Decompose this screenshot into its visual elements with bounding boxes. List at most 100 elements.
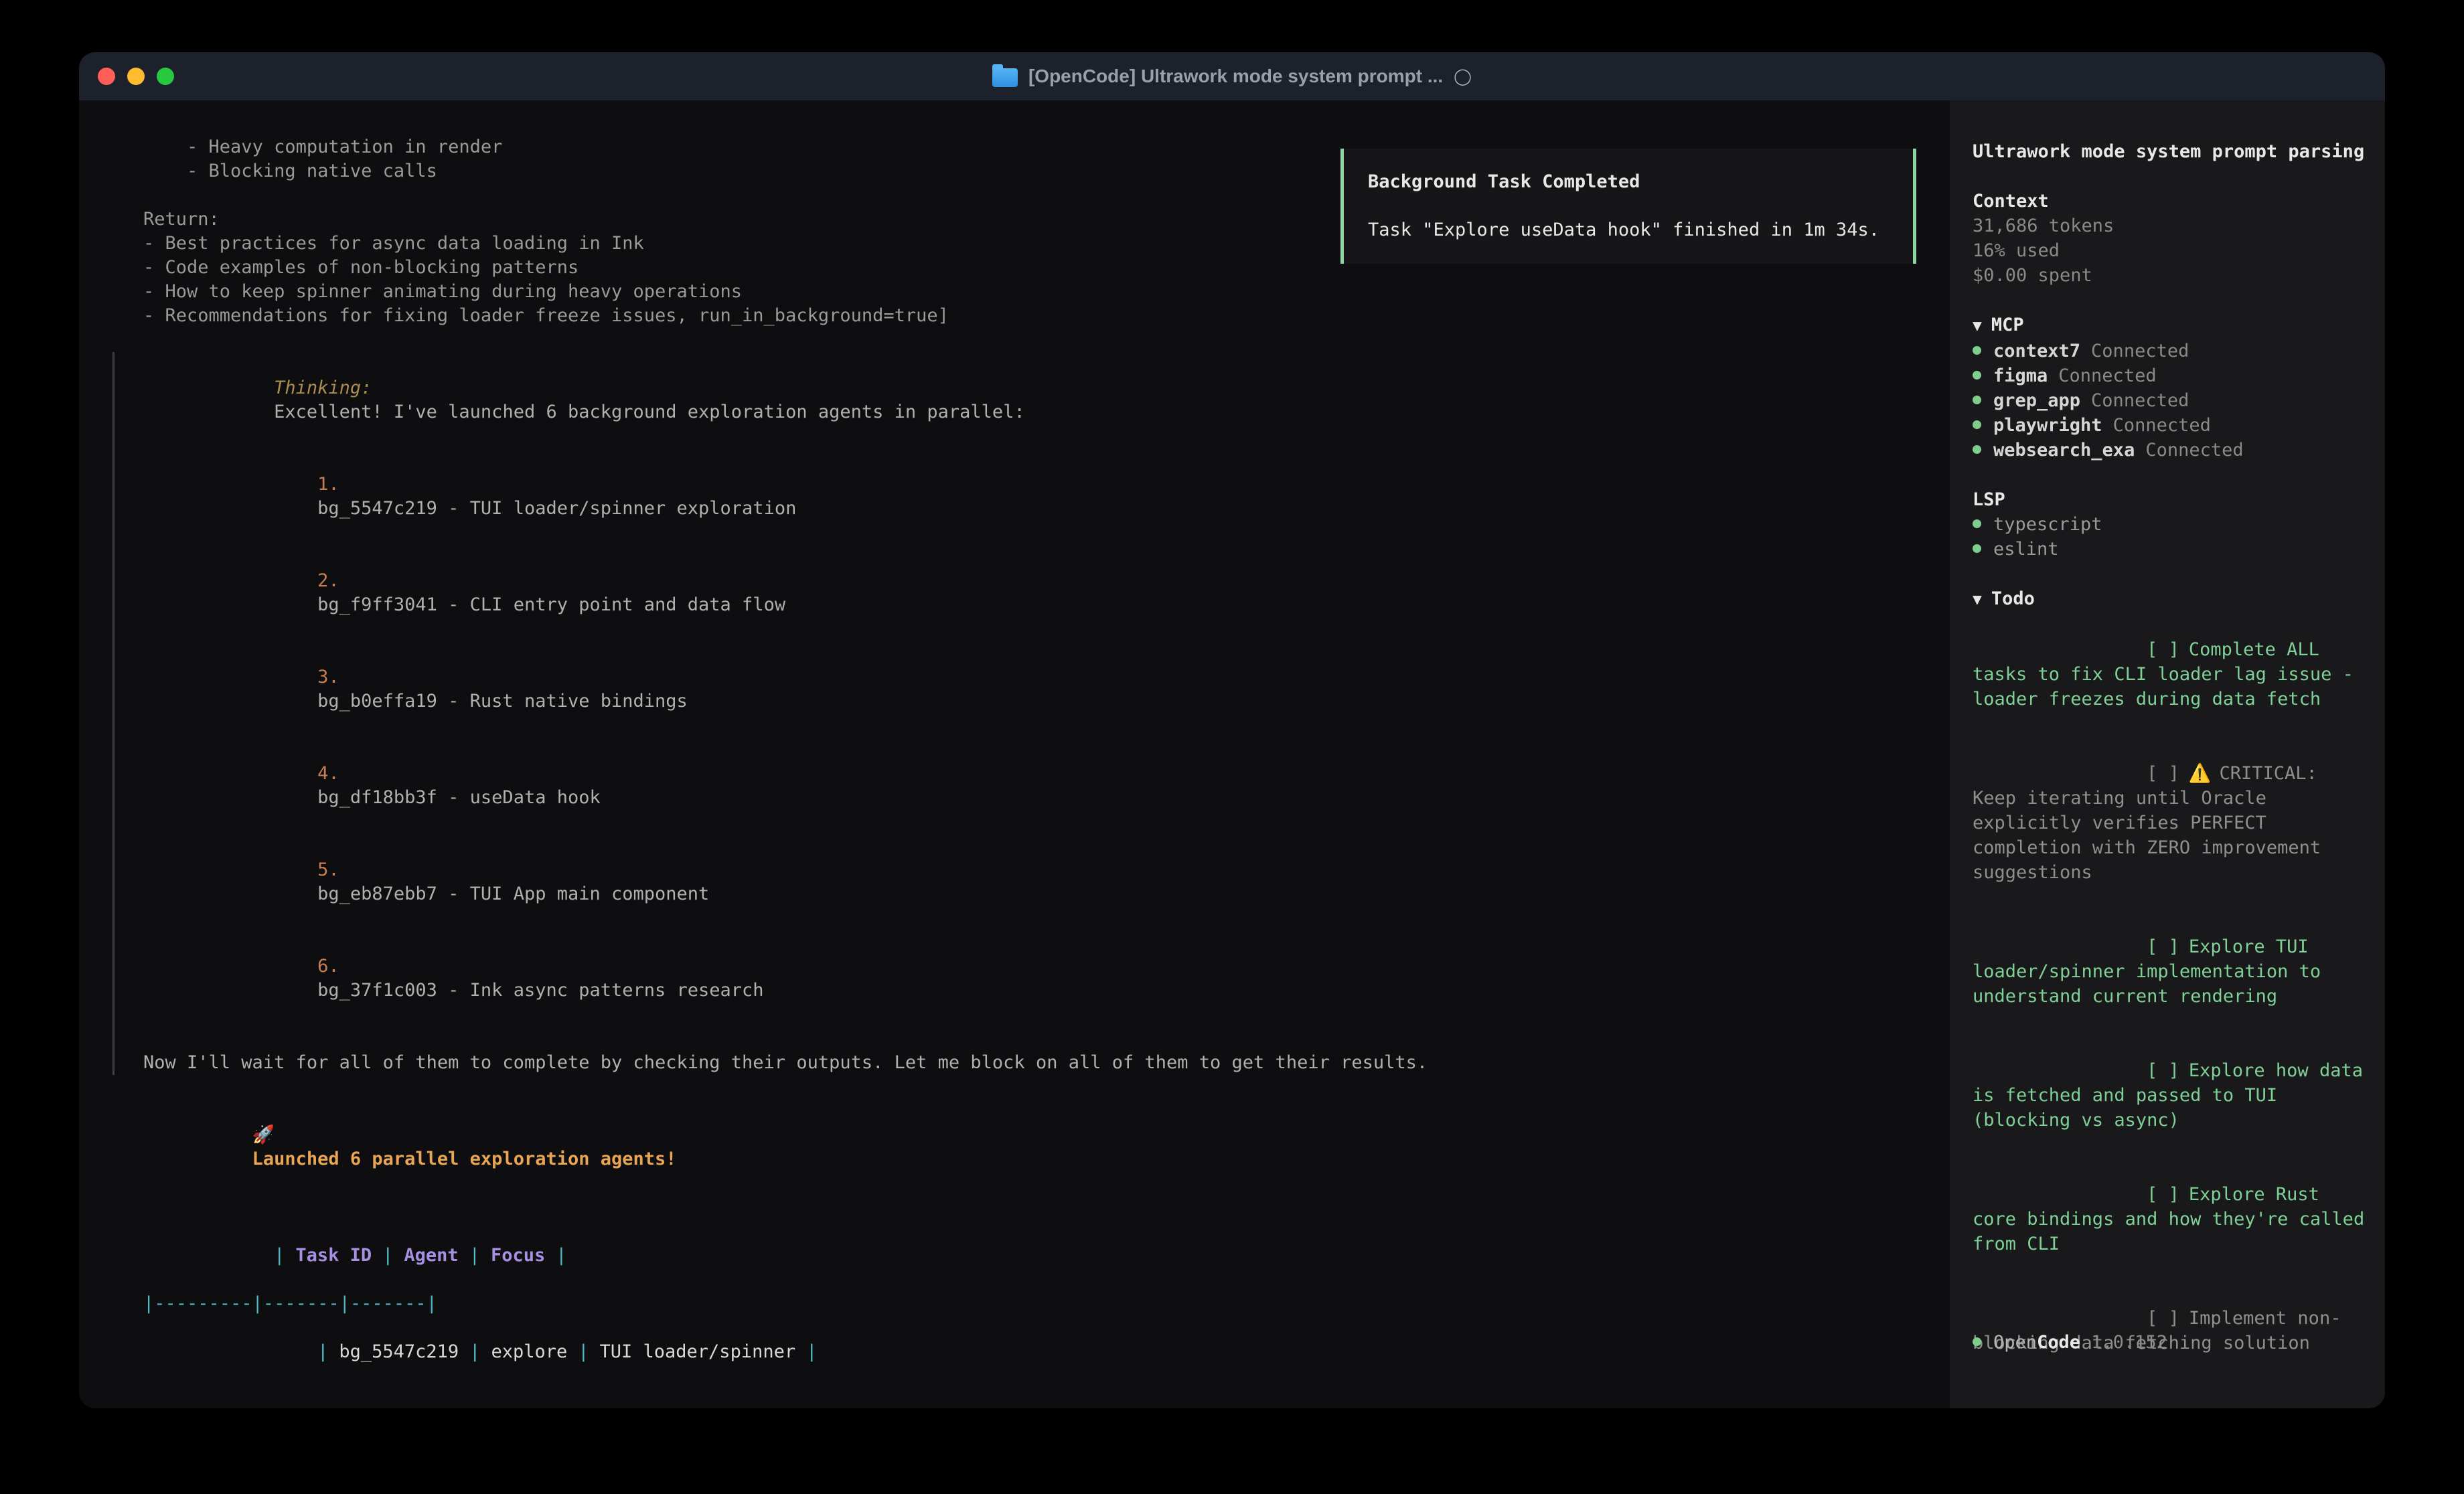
lsp-heading: LSP — [1973, 487, 2366, 512]
window-title: [OpenCode] Ultrawork mode system prompt … — [1028, 66, 1443, 87]
todo-checkbox: [ ] — [2147, 1060, 2179, 1081]
thinking-intro: Excellent! I've launched 6 background ex… — [274, 402, 1025, 422]
table-pipe: | — [469, 1341, 480, 1362]
list-text: bg_37f1c003 - Ink async patterns researc… — [317, 980, 763, 1001]
mcp-heading[interactable]: ▼ MCP — [1973, 313, 2366, 339]
table-pipe: | — [317, 1341, 328, 1362]
mcp-item: context7 Connected — [1973, 339, 2366, 363]
mcp-status: Connected — [2145, 440, 2243, 461]
session-title: Ultrawork mode system prompt parsing — [1973, 139, 2366, 164]
todo-checkbox: [ ] — [2147, 1407, 2179, 1408]
status-dot-icon — [1973, 1337, 1981, 1346]
todo-heading-label: Todo — [1991, 588, 2035, 609]
window-title-area: [OpenCode] Ultrawork mode system prompt … — [79, 66, 2385, 87]
todo-item: [ ]Explore how data is fetched and passe… — [1973, 1033, 2366, 1157]
column-header: Agent — [393, 1245, 469, 1266]
mcp-status: Connected — [2058, 365, 2156, 386]
lsp-name: eslint — [1993, 539, 2059, 560]
titlebar: [OpenCode] Ultrawork mode system prompt … — [79, 52, 2385, 100]
announcement-line: 🚀 Launched 6 parallel exploration agents… — [143, 1099, 1916, 1195]
thinking-list-item: 1. bg_5547c219 - TUI loader/spinner expl… — [143, 448, 1916, 545]
status-dot-icon — [1973, 519, 1981, 528]
mcp-section: ▼ MCP context7 Connected figma Connected — [1973, 313, 2366, 463]
announcement-text: Launched 6 parallel exploration agents! — [252, 1149, 677, 1169]
table-pipe: | — [578, 1341, 589, 1362]
mcp-name: figma — [1993, 365, 2048, 386]
context-heading: Context — [1973, 189, 2366, 214]
background-task-notification[interactable]: Background Task Completed Task "Explore … — [1340, 149, 1916, 264]
mcp-heading-label: MCP — [1991, 315, 2024, 335]
lsp-item: eslint — [1973, 537, 2366, 562]
mcp-status: Connected — [2091, 341, 2189, 361]
mcp-name: grep_app — [1993, 390, 2080, 411]
list-number: 1. — [317, 474, 339, 495]
warning-icon: ⚠️ — [2189, 763, 2212, 784]
status-dot-icon — [1973, 371, 1981, 380]
context-stat-line: 31,686 tokens — [1973, 214, 2366, 238]
thinking-list-item: 2. bg_f9ff3041 - CLI entry point and dat… — [143, 545, 1916, 641]
mcp-item: playwright Connected — [1973, 413, 2366, 438]
status-dot-icon — [1973, 544, 1981, 553]
mcp-name: websearch_exa — [1993, 440, 2135, 461]
table-body: |bg_5547c219|explore|TUI loader/spinner|… — [143, 1316, 1916, 1408]
table-separator-row: |---------|-------|-------| — [143, 1292, 1916, 1316]
status-dot-icon — [1973, 396, 1981, 404]
mcp-name: playwright — [1993, 415, 2102, 436]
table-cell: TUI loader/spinner — [589, 1341, 807, 1362]
tool-result-line: - How to keep spinner animating during h… — [143, 280, 1916, 304]
list-number: 2. — [317, 570, 339, 591]
screen: [OpenCode] Ultrawork mode system prompt … — [0, 0, 2464, 1494]
todo-section: ▼Todo [ ]Complete ALL tasks to fix CLI l… — [1973, 586, 2366, 1408]
lsp-item: typescript — [1973, 512, 2366, 537]
table-row: |bg_5547c219|explore|TUI loader/spinner| — [143, 1316, 1916, 1388]
todo-item: [ ]Explore TUI loader/spinner implementa… — [1973, 910, 2366, 1033]
todo-checkbox: [ ] — [2147, 763, 2179, 784]
thinking-block: Thinking: Excellent! I've launched 6 bac… — [112, 352, 1916, 1075]
lsp-section: LSP typescript eslint — [1973, 487, 2366, 562]
proxy-circle-icon: ◯ — [1454, 67, 1472, 86]
table-pipe: | — [469, 1245, 480, 1266]
lsp-list: typescript eslint — [1973, 512, 2366, 562]
agents-table: |Task ID|Agent|Focus| |---------|-------… — [143, 1220, 1916, 1408]
column-header: Focus — [480, 1245, 556, 1266]
sidebar: Ultrawork mode system prompt parsing Con… — [1950, 100, 2385, 1408]
table-pipe: | — [274, 1245, 285, 1266]
column-header: Task ID — [285, 1245, 382, 1266]
list-text: bg_eb87ebb7 - TUI App main component — [317, 884, 709, 904]
mcp-status: Connected — [2091, 390, 2189, 411]
table-header-row: |Task ID|Agent|Focus| — [143, 1220, 1916, 1292]
list-text: bg_df18bb3f - useData hook — [317, 787, 601, 808]
todo-item: [ ]⚠️CRITICAL: Keep iterating until Orac… — [1973, 736, 2366, 910]
todo-item: [ ]Explore Rust core bindings and how th… — [1973, 1157, 2366, 1281]
status-dot-icon — [1973, 420, 1981, 429]
rocket-icon: 🚀 — [252, 1125, 275, 1145]
notification-title: Background Task Completed — [1368, 170, 1889, 194]
context-stat-line: 16% used — [1973, 238, 2366, 263]
todo-heading[interactable]: ▼Todo — [1973, 586, 2366, 612]
todo-item: [ ]Test the fix to ensure loader animate… — [1973, 1380, 2366, 1408]
table-cell: explore — [480, 1341, 578, 1362]
folder-icon — [992, 68, 1018, 87]
list-text: bg_f9ff3041 - CLI entry point and data f… — [317, 594, 785, 615]
todo-checkbox: [ ] — [2147, 936, 2179, 957]
mcp-list: context7 Connected figma Connected grep_ap… — [1973, 339, 2366, 463]
thinking-outro: Now I'll wait for all of them to complet… — [143, 1051, 1916, 1075]
chevron-down-icon: ▼ — [1973, 317, 1982, 335]
thinking-list: 1. bg_5547c219 - TUI loader/spinner expl… — [143, 448, 1916, 1027]
context-stat-line: $0.00 spent — [1973, 263, 2366, 288]
app-version: 1.0.152 — [2091, 1332, 2167, 1353]
table-cell: bg_5547c219 — [328, 1341, 469, 1362]
mcp-item: websearch_exa Connected — [1973, 438, 2366, 463]
todo-list: [ ]Complete ALL tasks to fix CLI loader … — [1973, 612, 2366, 1408]
context-stats: 31,686 tokens 16% used $0.00 spent — [1973, 214, 2366, 288]
list-number: 3. — [317, 667, 339, 687]
brand-open: Open — [1993, 1332, 2037, 1353]
list-text: bg_5547c219 - TUI loader/spinner explora… — [317, 498, 796, 519]
mcp-status: Connected — [2113, 415, 2211, 436]
list-text: bg_b0effa19 - Rust native bindings — [317, 691, 688, 712]
thinking-label: Thinking: — [274, 378, 372, 398]
mcp-name: context7 — [1993, 341, 2080, 361]
list-number: 5. — [317, 859, 339, 880]
table-pipe: | — [806, 1341, 817, 1362]
todo-checkbox: [ ] — [2147, 1308, 2179, 1329]
